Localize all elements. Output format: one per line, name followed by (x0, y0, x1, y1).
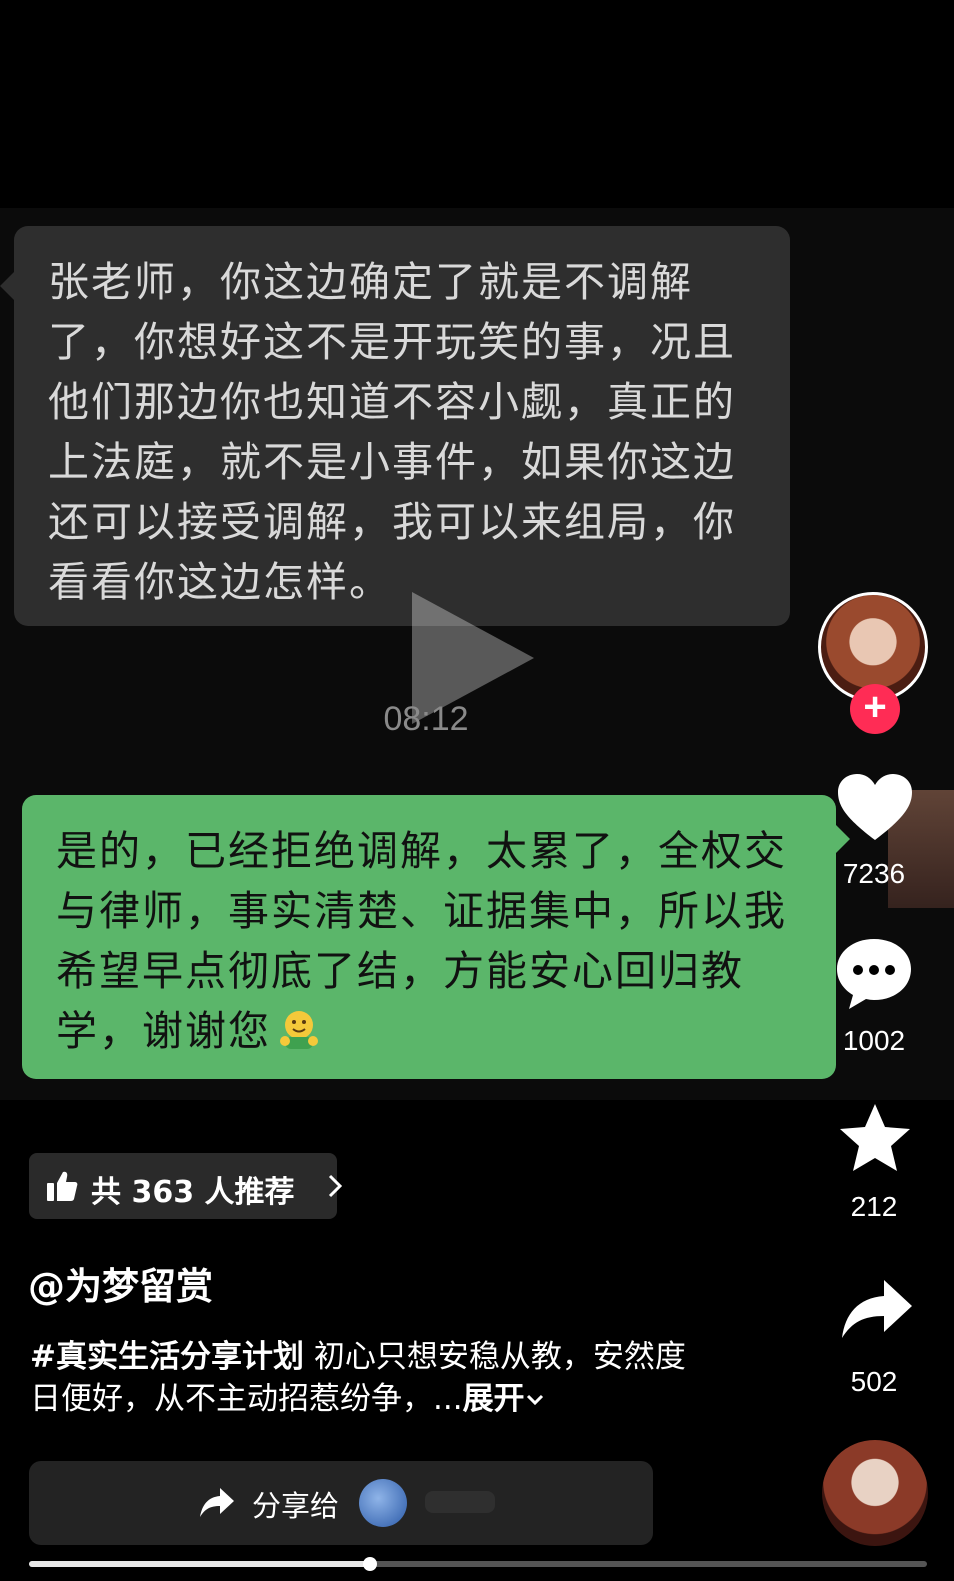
share-arrow-icon[interactable] (840, 1278, 914, 1340)
heart-icon[interactable] (836, 772, 914, 842)
star-icon[interactable] (838, 1102, 912, 1174)
progress-fill (29, 1561, 371, 1567)
recommend-button[interactable]: 共 363 人推荐 (29, 1153, 343, 1219)
expand-label: 展开 (462, 1381, 525, 1417)
hugging-face-emoji-icon (280, 1011, 318, 1049)
chevron-right-icon (328, 1174, 343, 1198)
follow-button[interactable]: + (850, 684, 900, 734)
video-progress-bar[interactable] (29, 1557, 927, 1571)
sent-message-text: 是的，已经拒绝调解，太累了，全权交与律师，事实清楚、证据集中，所以我希望早点彻底… (56, 827, 787, 1055)
share-arrow-icon (200, 1488, 234, 1517)
favorite-count: 212 (850, 1191, 898, 1222)
like-count: 7236 (842, 858, 906, 889)
comment-count: 1002 (842, 1025, 906, 1056)
received-message-bubble: 张老师，你这边确定了就是不调解了，你想好这不是开玩笑的事，况且他们那边你也知道不… (0, 226, 790, 626)
hashtag-link[interactable]: #真实生活分享计划 (30, 1339, 304, 1375)
author-name[interactable]: @为梦留赏 (28, 1256, 213, 1310)
video-description: #真实生活分享计划 初心只想安稳从教，安然度日便好，从不主动招惹纷争，...展开 (30, 1336, 710, 1420)
share-target-name-blurred (425, 1491, 495, 1513)
share-label: 分享给 (252, 1489, 340, 1523)
music-disc[interactable] (822, 1440, 928, 1546)
video-duration: 08:12 (383, 700, 469, 738)
chevron-down-icon (526, 1394, 543, 1406)
received-message-text: 张老师，你这边确定了就是不调解了，你想好这不是开玩笑的事，况且他们那边你也知道不… (48, 258, 736, 606)
progress-knob[interactable] (363, 1557, 378, 1571)
share-target-avatar[interactable] (359, 1479, 407, 1527)
sent-message-bubble: 是的，已经拒绝调解，太累了，全权交与律师，事实清楚、证据集中，所以我希望早点彻底… (22, 795, 850, 1079)
thumbs-up-icon (47, 1171, 78, 1201)
expand-button[interactable]: 展开 (463, 1381, 545, 1417)
recommend-label: 共 363 人推荐 (91, 1175, 295, 1210)
comment-icon[interactable] (834, 936, 914, 1012)
share-count: 502 (850, 1366, 898, 1397)
share-bar[interactable]: 分享给 (29, 1461, 653, 1545)
